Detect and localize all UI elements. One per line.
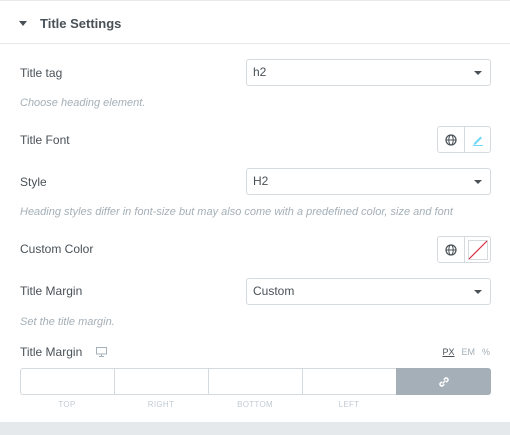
link-icon (438, 376, 449, 387)
custom-color-controls (437, 236, 491, 263)
title-margin-dims-label: Title Margin (20, 345, 83, 359)
margin-bottom-input[interactable] (208, 368, 302, 395)
link-values-button[interactable] (396, 368, 491, 395)
chevron-down-icon (474, 180, 482, 184)
style-description: Heading styles differ in font-size but m… (20, 206, 453, 218)
no-color-swatch-icon (467, 239, 488, 260)
chevron-down-icon (474, 290, 482, 294)
style-select[interactable]: H2 (246, 168, 491, 195)
unit-switcher: PX EM % (442, 347, 490, 357)
title-margin-type-description: Set the title margin. (20, 316, 115, 328)
margin-right-input[interactable] (114, 368, 208, 395)
pencil-icon (472, 136, 483, 146)
custom-color-global-button[interactable] (438, 237, 464, 262)
unit-px[interactable]: PX (442, 347, 454, 357)
globe-icon (445, 243, 457, 256)
section-header[interactable]: Title Settings (0, 2, 510, 44)
style-value: H2 (253, 174, 269, 188)
title-margin-type-value: Custom (253, 284, 295, 298)
unit-percent[interactable]: % (482, 347, 490, 357)
margin-top-label: TOP (58, 400, 76, 409)
title-font-label: Title Font (20, 133, 70, 147)
globe-icon (445, 133, 457, 146)
title-tag-value: h2 (253, 65, 267, 79)
settings-panel: Title Settings Title tag h2 Choose headi… (0, 0, 510, 422)
unit-em[interactable]: EM (461, 347, 475, 357)
title-margin-type-select[interactable]: Custom (246, 278, 491, 305)
margin-left-label: LEFT (338, 400, 360, 409)
title-tag-description: Choose heading element. (20, 97, 146, 109)
chevron-down-icon (474, 71, 482, 75)
section-title: Title Settings (40, 16, 122, 31)
desktop-icon[interactable] (96, 347, 107, 357)
margin-right-label: RIGHT (147, 400, 175, 409)
caret-down-icon (19, 21, 27, 26)
margin-bottom-label: BOTTOM (237, 400, 273, 409)
title-margin-type-label: Title Margin (20, 284, 83, 298)
title-tag-select[interactable]: h2 (246, 59, 491, 86)
style-label: Style (20, 175, 47, 189)
margin-left-input[interactable] (302, 368, 396, 395)
margin-dimensions (20, 368, 491, 395)
title-font-edit-button[interactable] (464, 127, 490, 152)
title-font-controls (437, 126, 491, 153)
margin-dimension-labels: TOP RIGHT BOTTOM LEFT (20, 400, 396, 409)
custom-color-label: Custom Color (20, 242, 94, 256)
custom-color-picker[interactable] (464, 237, 490, 262)
title-tag-label: Title tag (20, 66, 63, 80)
title-font-global-button[interactable] (438, 127, 464, 152)
margin-top-input[interactable] (20, 368, 114, 395)
